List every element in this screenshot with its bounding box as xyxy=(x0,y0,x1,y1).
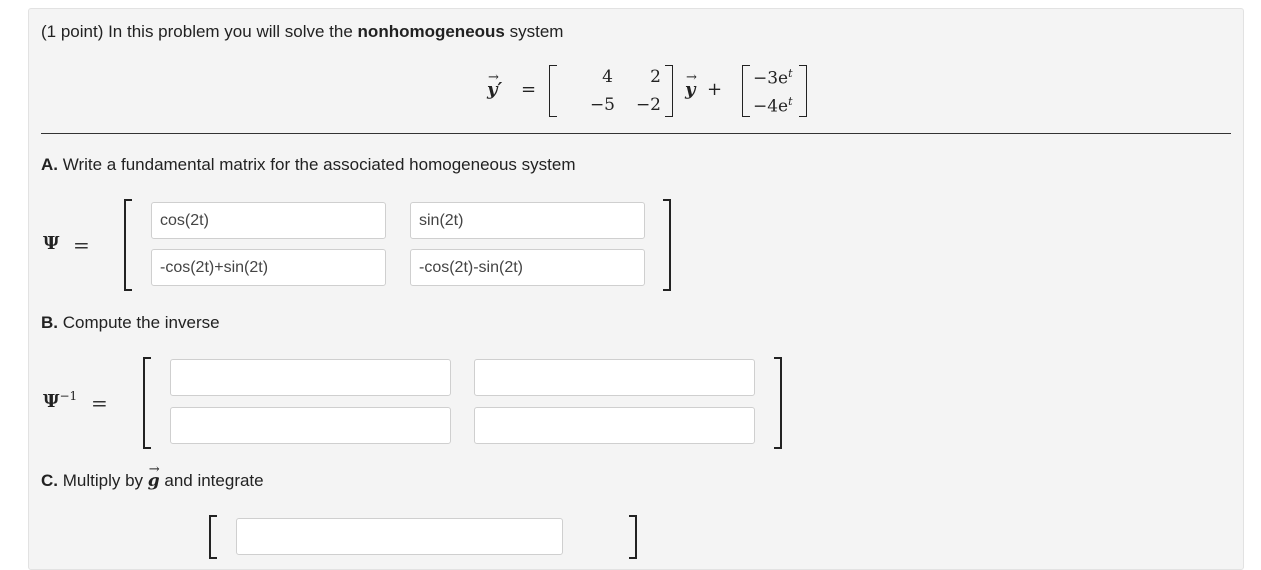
part-b-label: B. Compute the inverse xyxy=(41,313,220,332)
matrix-left-bracket xyxy=(124,199,132,291)
matrix-entry: −5 xyxy=(589,95,615,115)
part-c-label: C. Multiply by → g and integrate xyxy=(41,462,264,491)
intro-suffix: system xyxy=(504,22,564,41)
coef-matrix-right-bracket xyxy=(665,65,673,117)
equals-sign: = xyxy=(521,79,537,100)
forcing-entry: −4et xyxy=(753,95,793,117)
forcing-left-bracket xyxy=(742,65,750,117)
problem-intro: (1 point) In this problem you will solve… xyxy=(41,21,563,43)
intro-bold: nonhomogeneous xyxy=(357,22,505,41)
separator xyxy=(41,133,1231,134)
problem-panel: (1 point) In this problem you will solve… xyxy=(28,8,1244,570)
matrix-entry: −2 xyxy=(635,95,661,115)
equals-sign: = xyxy=(91,391,108,415)
matrix-entry: 2 xyxy=(650,67,661,87)
plus-sign: + xyxy=(707,79,723,100)
partc-right-bracket xyxy=(629,515,637,559)
answer-input-psi-12[interactable] xyxy=(410,202,645,239)
part-a-label: A. Write a fundamental matrix for the as… xyxy=(41,155,576,174)
forcing-entry: −3et xyxy=(753,67,793,89)
y-vector: → y xyxy=(685,70,697,100)
matrix-entry: 4 xyxy=(602,67,613,87)
answer-input-partc[interactable] xyxy=(236,518,563,555)
inverse-right-bracket xyxy=(774,357,782,449)
coef-matrix-left-bracket xyxy=(549,65,557,117)
answer-input-inv-11[interactable] xyxy=(170,359,451,396)
forcing-right-bracket xyxy=(799,65,807,117)
g-vector: → g xyxy=(147,462,160,491)
answer-input-inv-22[interactable] xyxy=(474,407,755,444)
psi-inverse-symbol: Ψ−1 xyxy=(43,389,78,412)
intro-prefix: (1 point) In this problem you will solve… xyxy=(41,22,358,41)
answer-input-psi-22[interactable] xyxy=(410,249,645,286)
lhs-vector: → y′ xyxy=(487,70,503,100)
partc-left-bracket xyxy=(209,515,217,559)
inverse-left-bracket xyxy=(143,357,151,449)
equals-sign: = xyxy=(73,233,90,257)
answer-input-psi-11[interactable] xyxy=(151,202,386,239)
matrix-right-bracket xyxy=(663,199,671,291)
psi-symbol: Ψ xyxy=(43,233,60,254)
answer-input-psi-21[interactable] xyxy=(151,249,386,286)
answer-input-inv-12[interactable] xyxy=(474,359,755,396)
answer-input-inv-21[interactable] xyxy=(170,407,451,444)
